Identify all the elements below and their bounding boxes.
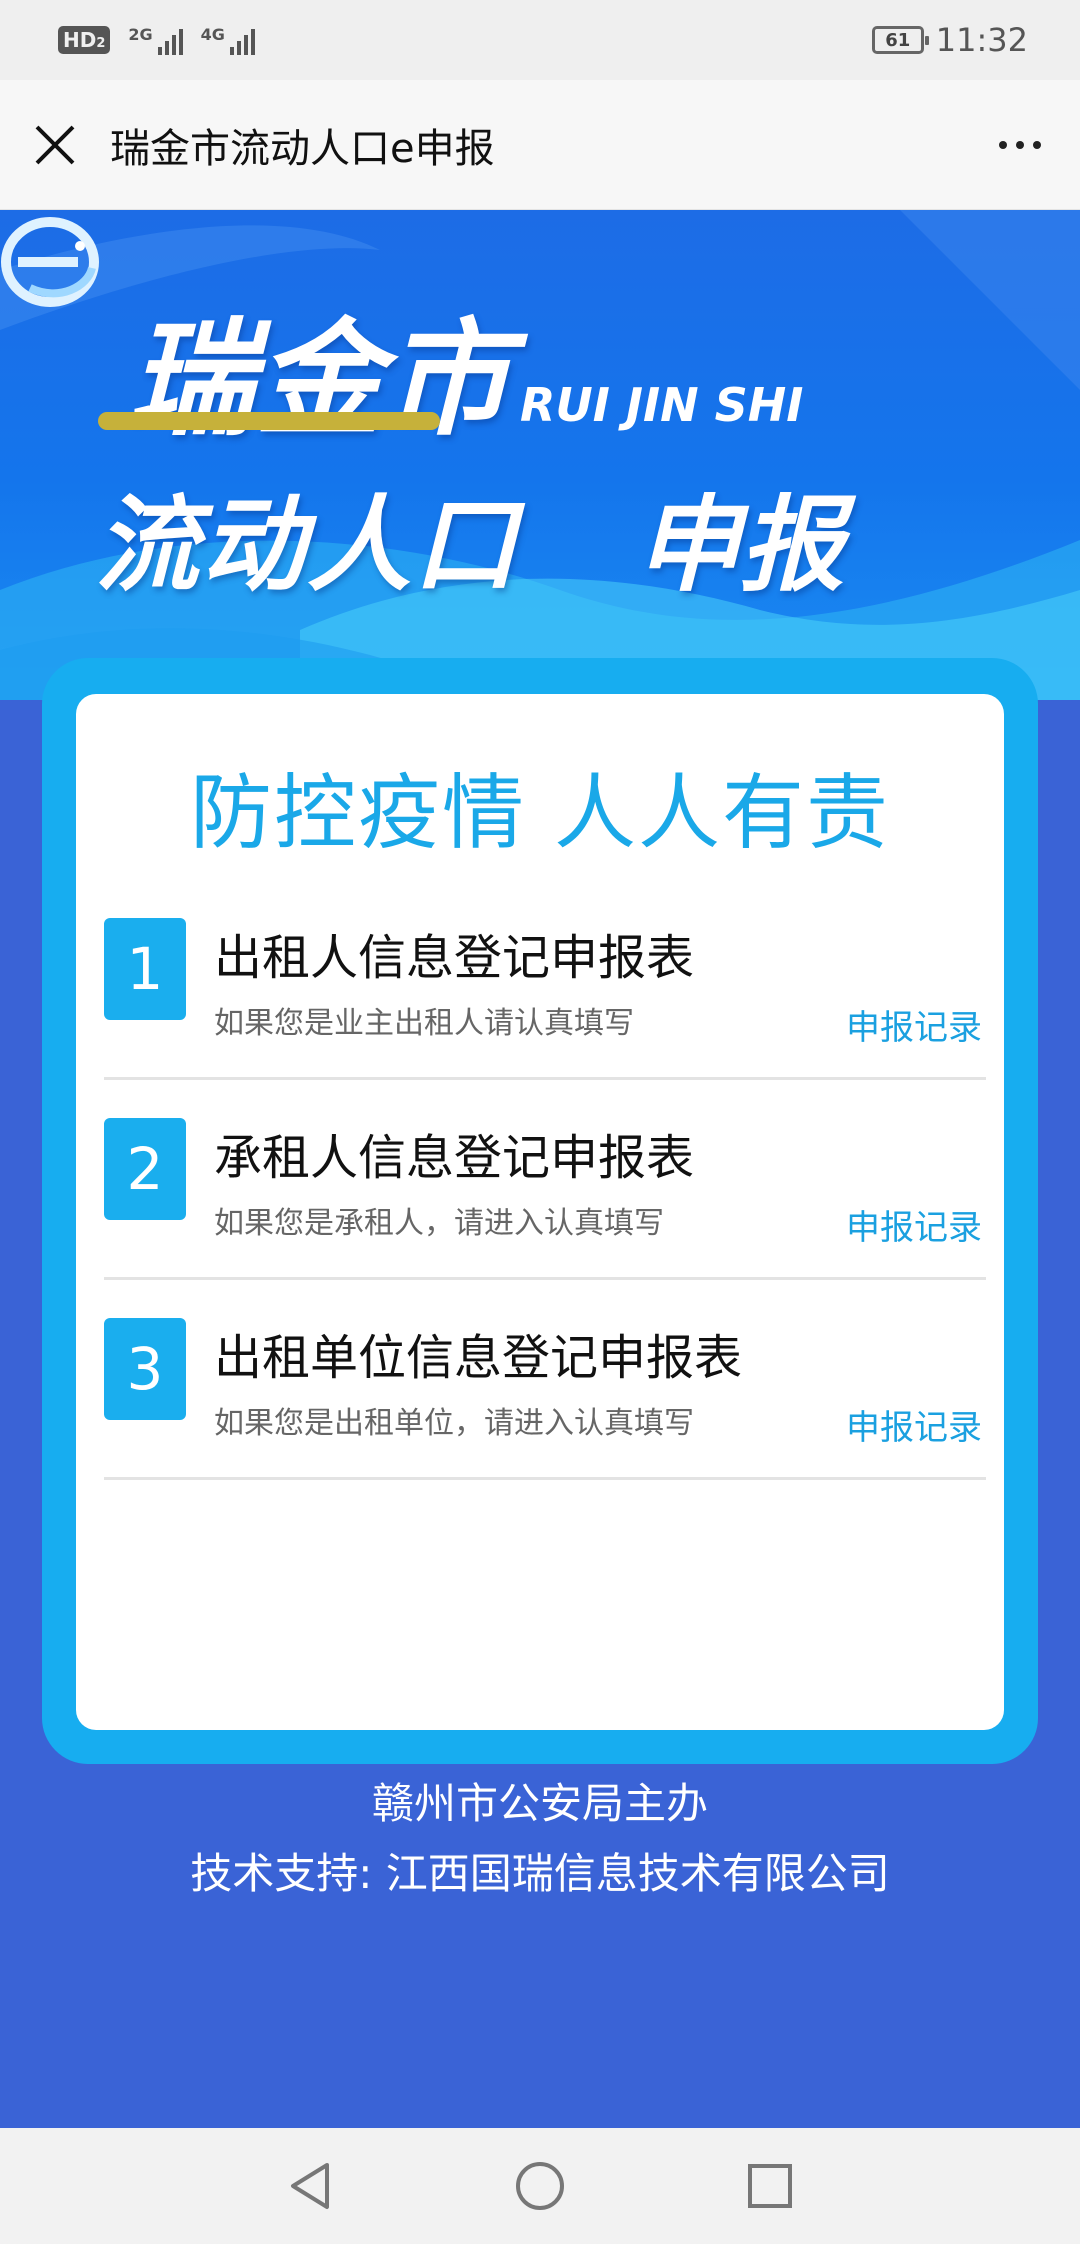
battery-icon: 61 <box>871 26 929 54</box>
report-record-link[interactable]: 申报记录 <box>846 1200 982 1249</box>
close-button[interactable] <box>0 80 110 210</box>
form-item-rental-unit[interactable]: 3 出租单位信息登记申报表 如果您是出租单位，请进入认真填写 申报记录 <box>104 1280 986 1480</box>
more-icon <box>999 140 1041 149</box>
status-bar: HD2 2G 4G 61 11:32 <box>0 0 1080 80</box>
form-description: 如果您是承租人，请进入认真填写 <box>214 1206 664 1241</box>
form-description: 如果您是出租单位，请进入认真填写 <box>214 1406 694 1441</box>
form-number-badge: 2 <box>104 1118 186 1220</box>
form-title[interactable]: 出租人信息登记申报表 <box>214 918 694 988</box>
hd-label: HD <box>63 28 97 52</box>
recents-icon <box>748 2164 792 2208</box>
close-icon <box>35 125 75 164</box>
home-icon <box>516 2162 564 2210</box>
back-icon <box>291 2163 329 2209</box>
report-record-link[interactable]: 申报记录 <box>846 1400 982 1449</box>
form-title[interactable]: 出租单位信息登记申报表 <box>214 1318 742 1388</box>
banner: 瑞金市 RUI JIN SHI 流动人口 申报 <box>0 210 1080 700</box>
banner-title-population: 流动人口 <box>95 484 520 606</box>
recents-button[interactable] <box>655 2128 885 2244</box>
banner-subtitle: RUI JIN SHI <box>520 378 804 432</box>
footer-organizer: 赣州市公安局主办 <box>371 1779 708 1828</box>
more-button[interactable] <box>960 80 1080 210</box>
banner-underline <box>98 412 440 430</box>
status-right: 61 11:32 <box>871 21 1028 59</box>
system-nav-bar <box>0 2128 1080 2244</box>
form-number-badge: 1 <box>104 918 186 1020</box>
report-record-link[interactable]: 申报记录 <box>846 1000 982 1049</box>
banner-title-report: 申报 <box>636 484 845 606</box>
slogan: 防控疫情 人人有责 <box>189 766 891 861</box>
form-item-landlord[interactable]: 1 出租人信息登记申报表 如果您是业主出租人请认真填写 申报记录 <box>104 880 986 1080</box>
signal-icon-1: 2G <box>128 25 183 55</box>
form-title[interactable]: 承租人信息登记申报表 <box>214 1118 694 1188</box>
battery-level: 61 <box>885 29 911 51</box>
status-left: HD2 2G 4G <box>58 25 255 55</box>
title-bar: 瑞金市流动人口e申报 <box>0 80 1080 210</box>
form-card: 防控疫情 人人有责 1 出租人信息登记申报表 如果您是业主出租人请认真填写 申报… <box>76 694 1004 1730</box>
banner-title-city: 瑞金市 <box>128 306 512 453</box>
back-button[interactable] <box>195 2128 425 2244</box>
signal-icon-2: 4G <box>201 25 255 55</box>
network-label-2: 4G <box>200 25 225 44</box>
form-item-tenant[interactable]: 2 承租人信息登记申报表 如果您是承租人，请进入认真填写 申报记录 <box>104 1080 986 1280</box>
form-number-badge: 3 <box>104 1318 186 1420</box>
form-description: 如果您是业主出租人请认真填写 <box>214 1006 634 1041</box>
home-button[interactable] <box>425 2128 655 2244</box>
network-label-1: 2G <box>128 25 153 44</box>
hd-badge: HD2 <box>58 26 111 54</box>
sim-index: 2 <box>96 36 106 51</box>
e-logo-icon <box>1 217 99 307</box>
footer-tech-support: 技术支持: 江西国瑞信息技术有限公司 <box>190 1849 890 1898</box>
clock: 11:32 <box>935 21 1028 59</box>
page-title: 瑞金市流动人口e申报 <box>110 125 495 172</box>
